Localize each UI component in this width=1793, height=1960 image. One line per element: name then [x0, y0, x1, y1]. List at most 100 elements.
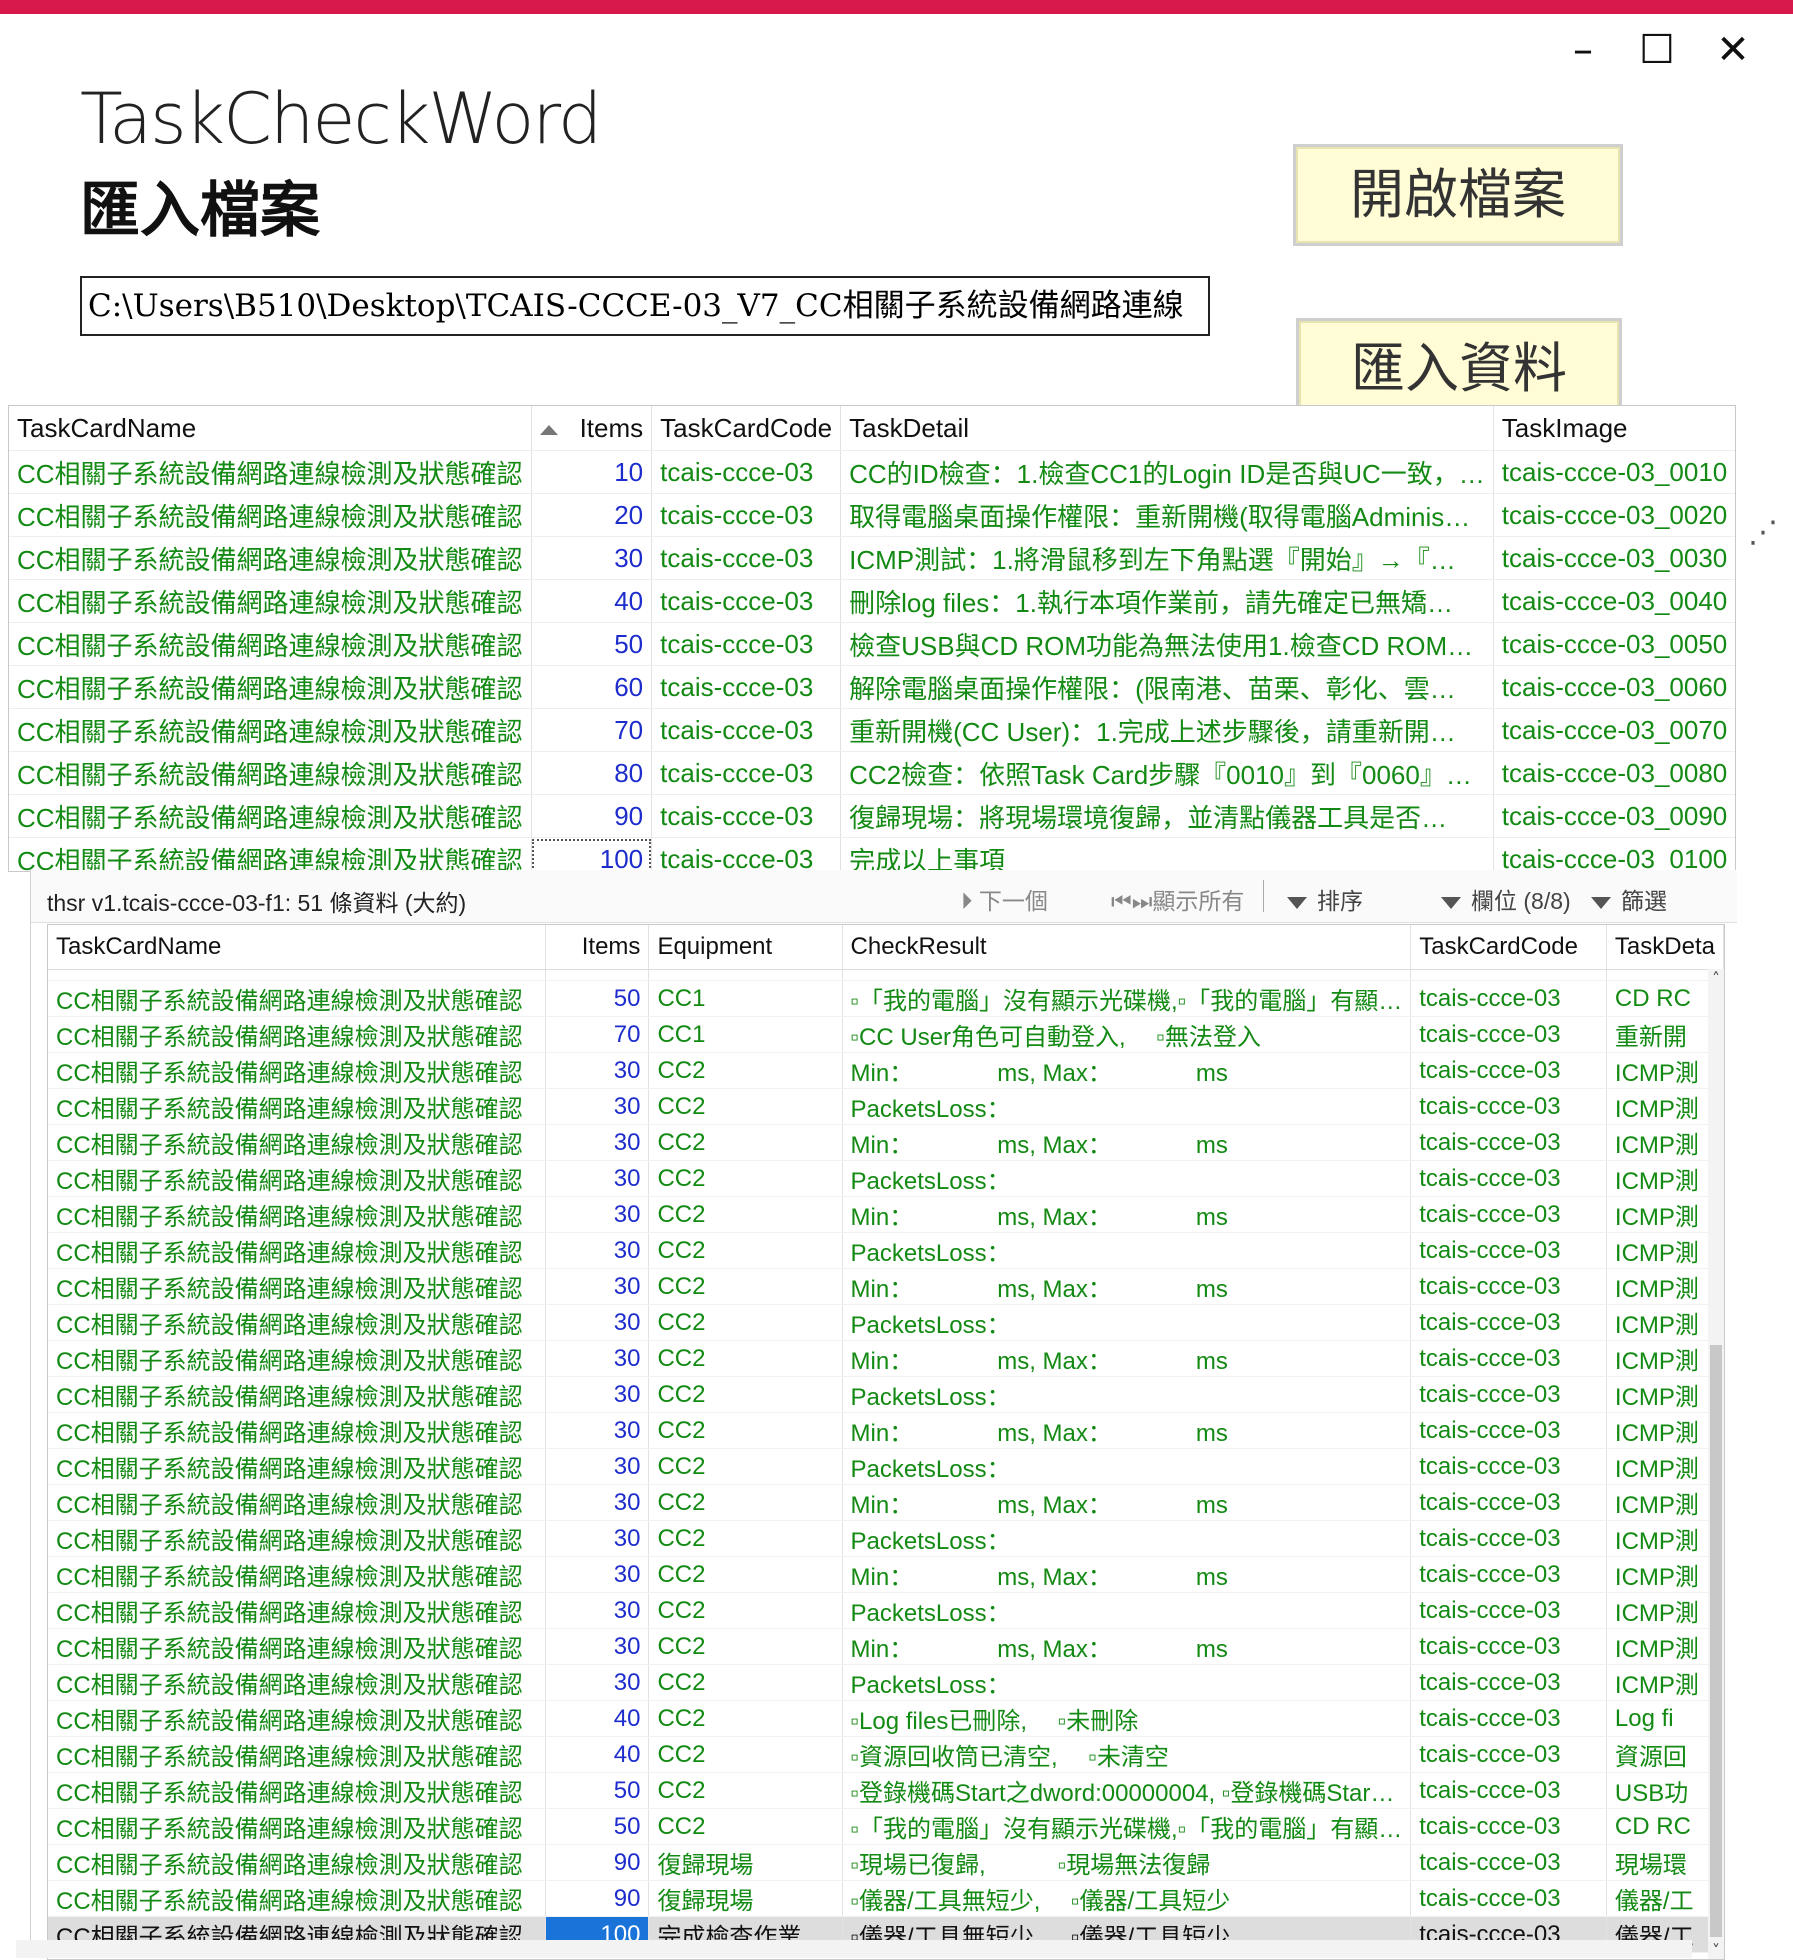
cell-taskcardcode[interactable]: tcais-ccce-03	[1410, 980, 1607, 1017]
cell-taskcardname[interactable]: CC相關子系統設備網路連線檢測及狀態確認	[9, 751, 532, 795]
table-row[interactable]: CC相關子系統設備網路連線檢測及狀態確認 50 tcais-ccce-03 檢查USB…	[9, 622, 1735, 666]
cell-taskcardname[interactable]: CC相關子系統設備網路連線檢測及狀態確認	[48, 1304, 546, 1341]
cell-taskimage[interactable]: tcais-ccce-03_0100	[1493, 837, 1735, 871]
cell-taskcardcode[interactable]: tcais-ccce-03	[1410, 1628, 1607, 1665]
cell-taskimage[interactable]: tcais-ccce-03_0030	[1493, 536, 1735, 580]
cell-equipment[interactable]: CC2	[648, 1088, 843, 1125]
check-result-grid[interactable]: TaskCardName Items Equipment CheckResult…	[47, 924, 1725, 1960]
cell-taskcardcode[interactable]: tcais-ccce-03	[1410, 1592, 1607, 1629]
cell-items[interactable]: 50	[545, 980, 650, 1017]
cell-checkresult[interactable]: Min： ms, Max： ms	[842, 1124, 1412, 1161]
cell-taskcardcode[interactable]: tcais-ccce-03	[1410, 1376, 1607, 1413]
table-row[interactable]: CC相關子系統設備網路連線檢測及狀態確認 30 CC2 Min： ms, Max： m…	[48, 1556, 1724, 1593]
cell-taskcardname[interactable]: CC相關子系統設備網路連線檢測及狀態確認	[48, 1664, 546, 1701]
cell-taskcardcode[interactable]: tcais-ccce-03	[651, 665, 842, 709]
scrollbar-thumb[interactable]	[1710, 1345, 1722, 1937]
cell-equipment[interactable]: CC2	[648, 1232, 843, 1269]
table-row[interactable]: CC相關子系統設備網路連線檢測及狀態確認 30 CC2 Min： ms, Max： m…	[48, 1268, 1724, 1305]
cell-taskcardname[interactable]: CC相關子系統設備網路連線檢測及狀態確認	[9, 579, 532, 623]
cell-items[interactable]: 30	[545, 1628, 650, 1665]
grid2-col-taskcardcode[interactable]: TaskCardCode	[1410, 925, 1607, 970]
cell-checkresult[interactable]: ▫Log files已刪除, ▫未刪除	[842, 1700, 1412, 1737]
table-row[interactable]: CC相關子系統設備網路連線檢測及狀態確認 30 CC2 PacketsLoss： tca…	[48, 1160, 1724, 1197]
grid2-col-taskcardname[interactable]: TaskCardName	[48, 925, 546, 970]
cell-taskdetail[interactable]: ICMP測	[1606, 1160, 1724, 1197]
cell-taskdetail[interactable]: CC2檢查：依照Task Card步驟『0010』到『0060』…	[840, 751, 1494, 795]
cell-equipment[interactable]: 復歸現場	[648, 1844, 843, 1881]
cell-taskdetail[interactable]: 復歸現場：將現場環境復歸，並清點儀器工具是否…	[840, 794, 1494, 838]
cell-taskcardcode[interactable]: tcais-ccce-03	[1410, 1340, 1607, 1377]
table-row[interactable]: CC相關子系統設備網路連線檢測及狀態確認 10 tcais-ccce-03 CC的ID…	[9, 450, 1735, 494]
cell-taskcardname[interactable]: CC相關子系統設備網路連線檢測及狀態確認	[48, 1268, 546, 1305]
cell-checkresult[interactable]: PacketsLoss：	[842, 1088, 1412, 1125]
table-row[interactable]: CC相關子系統設備網路連線檢測及狀態確認 30 tcais-ccce-03 ICMP測…	[9, 536, 1735, 580]
cell-checkresult[interactable]: ▫「我的電腦」沒有顯示光碟機,▫「我的電腦」有顯…	[842, 980, 1412, 1017]
cell-taskcardcode[interactable]: tcais-ccce-03	[1410, 1880, 1607, 1917]
cell-taskimage[interactable]: tcais-ccce-03_0090	[1493, 794, 1735, 838]
cell-items[interactable]: 90	[545, 1880, 650, 1917]
cell-checkresult[interactable]: PacketsLoss：	[842, 1592, 1412, 1629]
cell-taskdetail[interactable]: ICMP測	[1606, 1088, 1724, 1125]
cell-taskcardcode[interactable]: tcais-ccce-03	[1410, 1736, 1607, 1773]
cell-items[interactable]: 90	[545, 1844, 650, 1881]
cell-items[interactable]: 30	[545, 1412, 650, 1449]
cell-taskcardname[interactable]: CC相關子系統設備網路連線檢測及狀態確認	[48, 1448, 546, 1485]
cell-taskcardcode[interactable]: tcais-ccce-03	[1410, 1052, 1607, 1089]
cell-taskcardcode[interactable]: tcais-ccce-03	[1410, 1412, 1607, 1449]
vertical-scrollbar[interactable]: ˄ ˅	[1708, 969, 1724, 1959]
cell-equipment[interactable]: CC2	[648, 1376, 843, 1413]
cell-taskdetail[interactable]: ICMP測	[1606, 1448, 1724, 1485]
cell-taskcardcode[interactable]: tcais-ccce-03	[651, 450, 842, 494]
cell-items[interactable]: 30	[545, 1592, 650, 1629]
cell-checkresult[interactable]: Min： ms, Max： ms	[842, 1484, 1412, 1521]
cell-equipment[interactable]: CC2	[648, 1160, 843, 1197]
cell-taskcardname[interactable]: CC相關子系統設備網路連線檢測及狀態確認	[9, 794, 532, 838]
cell-taskimage[interactable]: tcais-ccce-03_0070	[1493, 708, 1735, 752]
cell-taskcardcode[interactable]: tcais-ccce-03	[1410, 1232, 1607, 1269]
table-row[interactable]: CC相關子系統設備網路連線檢測及狀態確認 60 tcais-ccce-03 解除電腦桌…	[9, 665, 1735, 709]
cell-taskdetail[interactable]: ICMP測	[1606, 1268, 1724, 1305]
table-row[interactable]: CC相關子系統設備網路連線檢測及狀態確認 80 tcais-ccce-03 CC2檢查…	[9, 751, 1735, 795]
cell-checkresult[interactable]: PacketsLoss：	[842, 1160, 1412, 1197]
cell-items[interactable]: 50	[545, 1772, 650, 1809]
cell-taskcardname[interactable]: CC相關子系統設備網路連線檢測及狀態確認	[48, 1124, 546, 1161]
cell-taskdetail[interactable]: ICMP測	[1606, 1052, 1724, 1089]
cell-items[interactable]: 30	[545, 1304, 650, 1341]
cell-items[interactable]: 100	[531, 837, 653, 871]
cell-taskdetail[interactable]: ICMP測	[1606, 1232, 1724, 1269]
cell-items[interactable]: 30	[545, 1232, 650, 1269]
cell-taskcardcode[interactable]: tcais-ccce-03	[651, 794, 842, 838]
cell-taskcardname[interactable]: CC相關子系統設備網路連線檢測及狀態確認	[48, 1232, 546, 1269]
cell-taskcardcode[interactable]: tcais-ccce-03	[1410, 1664, 1607, 1701]
cell-taskcardcode[interactable]: tcais-ccce-03	[1410, 1088, 1607, 1125]
cell-checkresult[interactable]: ▫「我的電腦」沒有顯示光碟機,▫「我的電腦」有顯…	[842, 1808, 1412, 1845]
cell-taskcardcode[interactable]: tcais-ccce-03	[1410, 1016, 1607, 1053]
cell-items[interactable]: 30	[545, 1268, 650, 1305]
cell-taskcardname[interactable]: CC相關子系統設備網路連線檢測及狀態確認	[48, 1340, 546, 1377]
grid2-col-equipment[interactable]: Equipment	[648, 925, 843, 970]
horizontal-scrollbar[interactable]	[16, 1940, 1692, 1958]
cell-taskdetail[interactable]: 現場環	[1606, 1844, 1724, 1881]
cell-equipment[interactable]: CC2	[648, 1412, 843, 1449]
cell-taskcardcode[interactable]: tcais-ccce-03	[1410, 1304, 1607, 1341]
cell-taskdetail[interactable]: 重新開	[1606, 1016, 1724, 1053]
cell-equipment[interactable]: CC2	[648, 1736, 843, 1773]
cell-taskcardname[interactable]: CC相關子系統設備網路連線檢測及狀態確認	[48, 1520, 546, 1557]
cell-taskdetail[interactable]: 刪除log files：1.執行本項作業前，請先確定已無矯…	[840, 579, 1494, 623]
cell-taskimage[interactable]: tcais-ccce-03_0040	[1493, 579, 1735, 623]
cell-taskcardname[interactable]: CC相關子系統設備網路連線檢測及狀態確認	[48, 1808, 546, 1845]
cell-taskdetail[interactable]: ICMP測	[1606, 1340, 1724, 1377]
cell-equipment[interactable]: CC2	[648, 1304, 843, 1341]
table-row[interactable]: CC相關子系統設備網路連線檢測及狀態確認 30 CC2 PacketsLoss： tca…	[48, 1376, 1724, 1413]
cell-taskimage[interactable]: tcais-ccce-03_0050	[1493, 622, 1735, 666]
cell-taskdetail[interactable]: Log fi	[1606, 1700, 1724, 1737]
cell-taskimage[interactable]: tcais-ccce-03_0020	[1493, 493, 1735, 537]
cell-checkresult[interactable]: Min： ms, Max： ms	[842, 1628, 1412, 1665]
table-row[interactable]: CC相關子系統設備網路連線檢測及狀態確認 40 tcais-ccce-03 刪除log…	[9, 579, 1735, 623]
cell-checkresult[interactable]: PacketsLoss：	[842, 1448, 1412, 1485]
cell-taskdetail[interactable]: ICMP測	[1606, 1376, 1724, 1413]
table-row[interactable]: CC相關子系統設備網路連線檢測及狀態確認 30 CC2 PacketsLoss： tca…	[48, 1448, 1724, 1485]
cell-taskcardname[interactable]: CC相關子系統設備網路連線檢測及狀態確認	[48, 1412, 546, 1449]
cell-taskcardcode[interactable]: tcais-ccce-03	[651, 622, 842, 666]
cell-equipment[interactable]: CC2	[648, 1808, 843, 1845]
